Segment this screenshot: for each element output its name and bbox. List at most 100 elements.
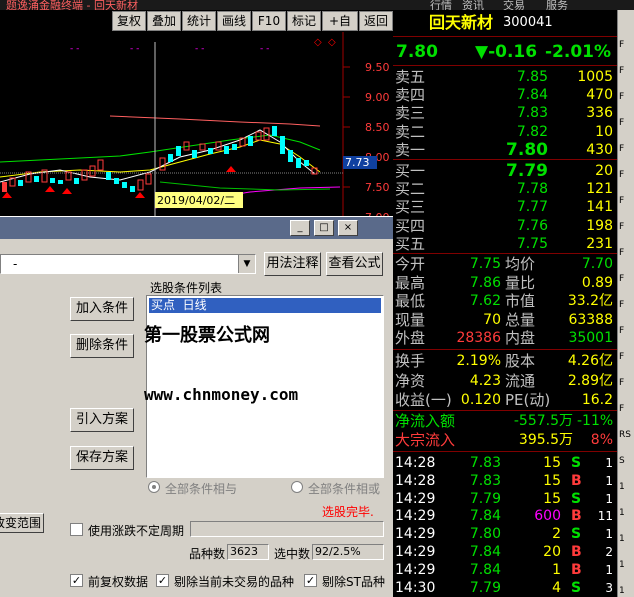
add-watchlist-button[interactable]: +自选 — [322, 11, 358, 46]
side-tool-icon[interactable]: F — [619, 40, 634, 54]
tab-news[interactable]: 资讯 — [462, 0, 484, 10]
tick-count: 1 — [605, 527, 613, 542]
tab-hq[interactable]: 行情 — [430, 0, 452, 10]
ask-row: 卖一 7.80 430 — [393, 141, 617, 159]
import-scheme-button[interactable]: 引入方案 — [70, 408, 134, 432]
use-period-checkbox[interactable] — [70, 523, 83, 536]
ask-price: 7.85 — [516, 69, 548, 85]
bid-label: 买二 — [395, 180, 426, 199]
side-tool-icon[interactable]: RS — [619, 430, 634, 444]
usage-notes-button[interactable]: 用法注释 — [264, 252, 321, 276]
ask-label: 卖三 — [395, 104, 426, 123]
side-tool-icon[interactable]: F — [619, 222, 634, 236]
add-condition-button[interactable]: 加入条件 — [70, 297, 134, 321]
stats-button[interactable]: 统计 — [182, 11, 216, 31]
change-range-button[interactable]: 改变范围 — [0, 513, 44, 533]
list-item[interactable]: 买点 日线 — [149, 298, 381, 313]
ask-label: 卖二 — [395, 122, 426, 141]
exclude-st-checkbox[interactable]: ✓ — [304, 574, 317, 587]
radio-and[interactable] — [148, 481, 160, 493]
selected-label: 选中数 — [274, 547, 311, 561]
tick-row: 14:29 7.79 15 S 1 — [393, 490, 617, 508]
last-price: 7.80 — [396, 42, 438, 62]
side-tool-icon[interactable]: F — [619, 300, 634, 314]
tick-count: 11 — [597, 509, 613, 524]
side-tool-icon[interactable]: F — [619, 92, 634, 106]
draw-line-button[interactable]: 画线 — [217, 11, 251, 31]
delete-condition-button[interactable]: 删除条件 — [70, 334, 134, 358]
stat-label: 现量 — [395, 310, 426, 329]
side-tool-icon[interactable]: F — [619, 196, 634, 210]
tab-trade[interactable]: 交易 — [503, 0, 525, 10]
side-tool-icon[interactable]: 1 — [619, 482, 634, 496]
price-label: 9.00 — [365, 91, 390, 104]
date-tag: 2019/04/02/二 — [157, 194, 235, 207]
count-value: 3623 — [227, 544, 269, 560]
radio-or[interactable] — [291, 481, 303, 493]
back-button[interactable]: 返回 — [359, 11, 393, 31]
restore-rights-button[interactable]: 复权 — [112, 11, 146, 31]
tab-service[interactable]: 服务 — [546, 0, 568, 10]
bid-price: 7.75 — [516, 235, 548, 252]
overlay-button[interactable]: 叠加 — [147, 11, 181, 31]
tick-volume: 20 — [543, 544, 561, 560]
quote-panel: 回天新材 300041 7.80 ▼-0.16 -2.01% 卖五 7.85 100… — [393, 10, 617, 597]
side-tool-icon[interactable]: F — [619, 66, 634, 80]
exclude-untraded-checkbox[interactable]: ✓ — [156, 574, 169, 587]
side-tool-icon[interactable]: F — [619, 118, 634, 132]
side-tool-icon[interactable]: F — [619, 170, 634, 184]
dialog-title-bar[interactable]: _ □ × — [0, 217, 393, 239]
side-tool-icon[interactable]: 1 — [619, 534, 634, 548]
formula-combo[interactable]: - ▼ — [0, 254, 256, 274]
tick-time: 14:29 — [395, 526, 436, 543]
restore-rights-checkbox[interactable]: ✓ — [70, 574, 83, 587]
price-label: 9.50 — [365, 61, 390, 74]
chevron-down-icon[interactable]: ▼ — [238, 255, 255, 273]
minimize-button[interactable]: _ — [290, 220, 310, 236]
side-tool-icon[interactable]: F — [619, 248, 634, 262]
price-change-pct: -2.01% — [545, 42, 612, 62]
window-title: 题逸涌金融终端 - 回天新材 — [6, 0, 138, 10]
stat-label: 外盘 — [395, 329, 426, 348]
tick-price: 7.83 — [469, 455, 501, 471]
side-tool-icon[interactable]: S — [619, 456, 634, 470]
tick-count: 2 — [605, 545, 613, 559]
bid-volume: 231 — [586, 235, 613, 252]
side-tool-icon[interactable]: F — [619, 326, 634, 340]
save-scheme-button[interactable]: 保存方案 — [70, 446, 134, 470]
side-tool-icon[interactable]: 1 — [619, 508, 634, 522]
stat-value: 7.62 — [469, 293, 501, 310]
tick-volume: 15 — [543, 455, 561, 471]
view-formula-button[interactable]: 查看公式 — [326, 252, 383, 276]
side-tool-icon[interactable]: F — [619, 378, 634, 392]
candlestick-chart[interactable]: - - - - - - - - ◇ ◇ 9.50 9.00 8.50 8.00 … — [0, 32, 393, 222]
stat-value: 2.89亿 — [567, 372, 613, 389]
side-tool-icon[interactable]: F — [619, 274, 634, 288]
maximize-button[interactable]: □ — [314, 220, 334, 236]
side-tool-icon[interactable]: 1 — [619, 586, 634, 597]
bid-label: 买一 — [395, 162, 426, 180]
stat-label: 量比 — [505, 273, 536, 292]
side-tool-icon[interactable]: F — [619, 404, 634, 418]
f10-button[interactable]: F10 — [252, 11, 286, 31]
mark-button[interactable]: 标记 — [287, 11, 321, 31]
ask-volume: 336 — [586, 105, 613, 122]
tick-price: 7.84 — [469, 508, 501, 525]
stat-label: 今开 — [395, 255, 426, 273]
side-tool-icon[interactable]: F — [619, 144, 634, 158]
radio-or-label: 全部条件相或 — [308, 482, 381, 496]
tick-price: 7.79 — [469, 490, 501, 507]
close-button[interactable]: × — [338, 220, 358, 236]
price-label: 8.50 — [365, 121, 390, 134]
bid-price: 7.77 — [516, 199, 548, 216]
stat-label: 流通 — [505, 371, 536, 390]
stat-value: 63388 — [568, 311, 613, 328]
side-tool-icon[interactable]: F — [619, 352, 634, 366]
tick-row: 14:29 7.84 1 B 1 — [393, 561, 617, 579]
stat-row: 最低 7.62 市值 33.2亿 — [393, 292, 617, 310]
side-tool-icon[interactable]: 1 — [619, 560, 634, 574]
flow-value: -557.5万 — [513, 413, 573, 429]
stat-value: 4.23 — [469, 372, 501, 389]
watermark-url: www.chnmoney.com — [144, 385, 299, 404]
stat-value: 33.2亿 — [567, 293, 613, 310]
